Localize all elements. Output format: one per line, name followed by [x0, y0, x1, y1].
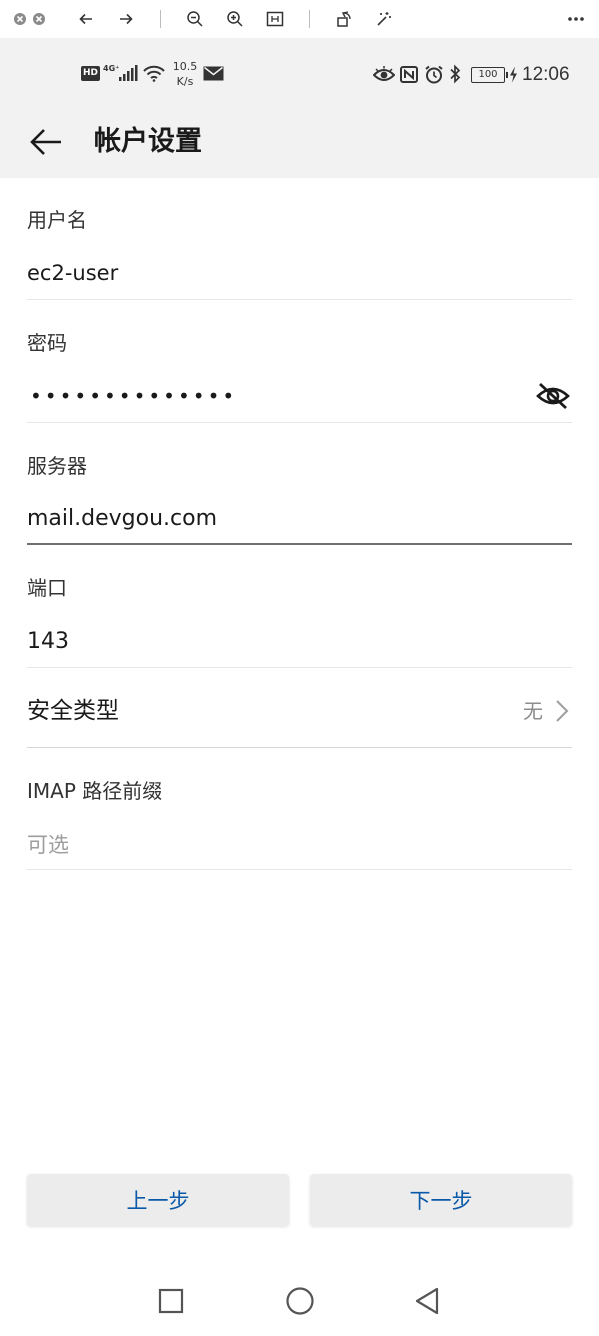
password-underline [27, 422, 572, 423]
fit-icon[interactable] [265, 9, 285, 29]
server-field[interactable]: mail.devgou.com [27, 505, 217, 533]
previous-button[interactable]: 上一步 [27, 1174, 289, 1226]
close-circle-icon[interactable] [29, 9, 49, 29]
rotate-icon[interactable] [334, 9, 354, 29]
port-field[interactable]: 143 [27, 628, 69, 656]
app-bar: 帐户设置 [0, 108, 599, 178]
circle-icon [286, 1287, 314, 1315]
square-icon [158, 1288, 184, 1314]
recents-button[interactable] [154, 1284, 188, 1318]
password-label: 密码 [27, 331, 67, 355]
signal-icon [118, 64, 138, 86]
server-label: 服务器 [27, 454, 87, 478]
page-title: 帐户设置 [94, 126, 202, 157]
wifi-icon [142, 64, 166, 86]
speed-value: 10.5 [172, 60, 198, 73]
bluetooth-icon [449, 64, 461, 88]
next-button[interactable]: 下一步 [310, 1174, 572, 1226]
viewer-toolbar [0, 0, 599, 38]
arrow-left-icon[interactable] [76, 9, 96, 29]
security-divider [27, 747, 572, 748]
battery-icon: 100 [471, 67, 508, 83]
status-bar: HD 4G⁺ 10.5 K/s 100 [0, 38, 599, 108]
toolbar-divider [160, 10, 161, 28]
speed-unit: K/s [176, 75, 194, 88]
security-type-value: 无 [523, 699, 543, 723]
arrow-back-icon [30, 129, 61, 155]
battery-level: 100 [478, 69, 498, 80]
magic-wand-icon[interactable] [374, 9, 394, 29]
close-circle-icon[interactable] [10, 9, 30, 29]
chevron-right-icon [552, 698, 572, 724]
security-type-label: 安全类型 [27, 698, 119, 724]
back-nav-button[interactable] [410, 1284, 444, 1318]
password-field[interactable]: •••••••••••••• [30, 385, 237, 407]
username-underline [27, 299, 572, 300]
eye-off-icon [536, 382, 570, 410]
network-type: 4G⁺ [103, 64, 120, 73]
alarm-icon [424, 65, 444, 88]
imap-prefix-underline [27, 869, 572, 870]
back-button[interactable] [26, 122, 66, 162]
username-label: 用户名 [27, 208, 87, 232]
mail-icon [203, 66, 224, 85]
clock-time: 12:06 [522, 64, 570, 85]
arrow-right-icon[interactable] [116, 9, 136, 29]
username-field[interactable]: ec2-user [27, 259, 118, 287]
security-type-row[interactable]: 安全类型 无 [0, 676, 599, 746]
password-visibility-toggle[interactable] [533, 378, 573, 414]
more-icon[interactable] [566, 9, 586, 29]
port-label: 端口 [27, 576, 67, 600]
zoom-in-icon[interactable] [225, 9, 245, 29]
eye-comfort-icon [372, 65, 396, 87]
port-underline [27, 667, 572, 668]
zoom-out-icon[interactable] [185, 9, 205, 29]
hd-badge: HD [81, 66, 100, 81]
toolbar-divider [309, 10, 310, 28]
imap-prefix-label: IMAP 路径前缀 [27, 779, 163, 803]
imap-prefix-field[interactable]: 可选 [27, 831, 69, 859]
nfc-icon [400, 66, 418, 87]
server-underline-active [27, 543, 572, 545]
home-button[interactable] [283, 1284, 317, 1318]
charging-icon [509, 66, 518, 87]
triangle-back-icon [415, 1287, 439, 1315]
